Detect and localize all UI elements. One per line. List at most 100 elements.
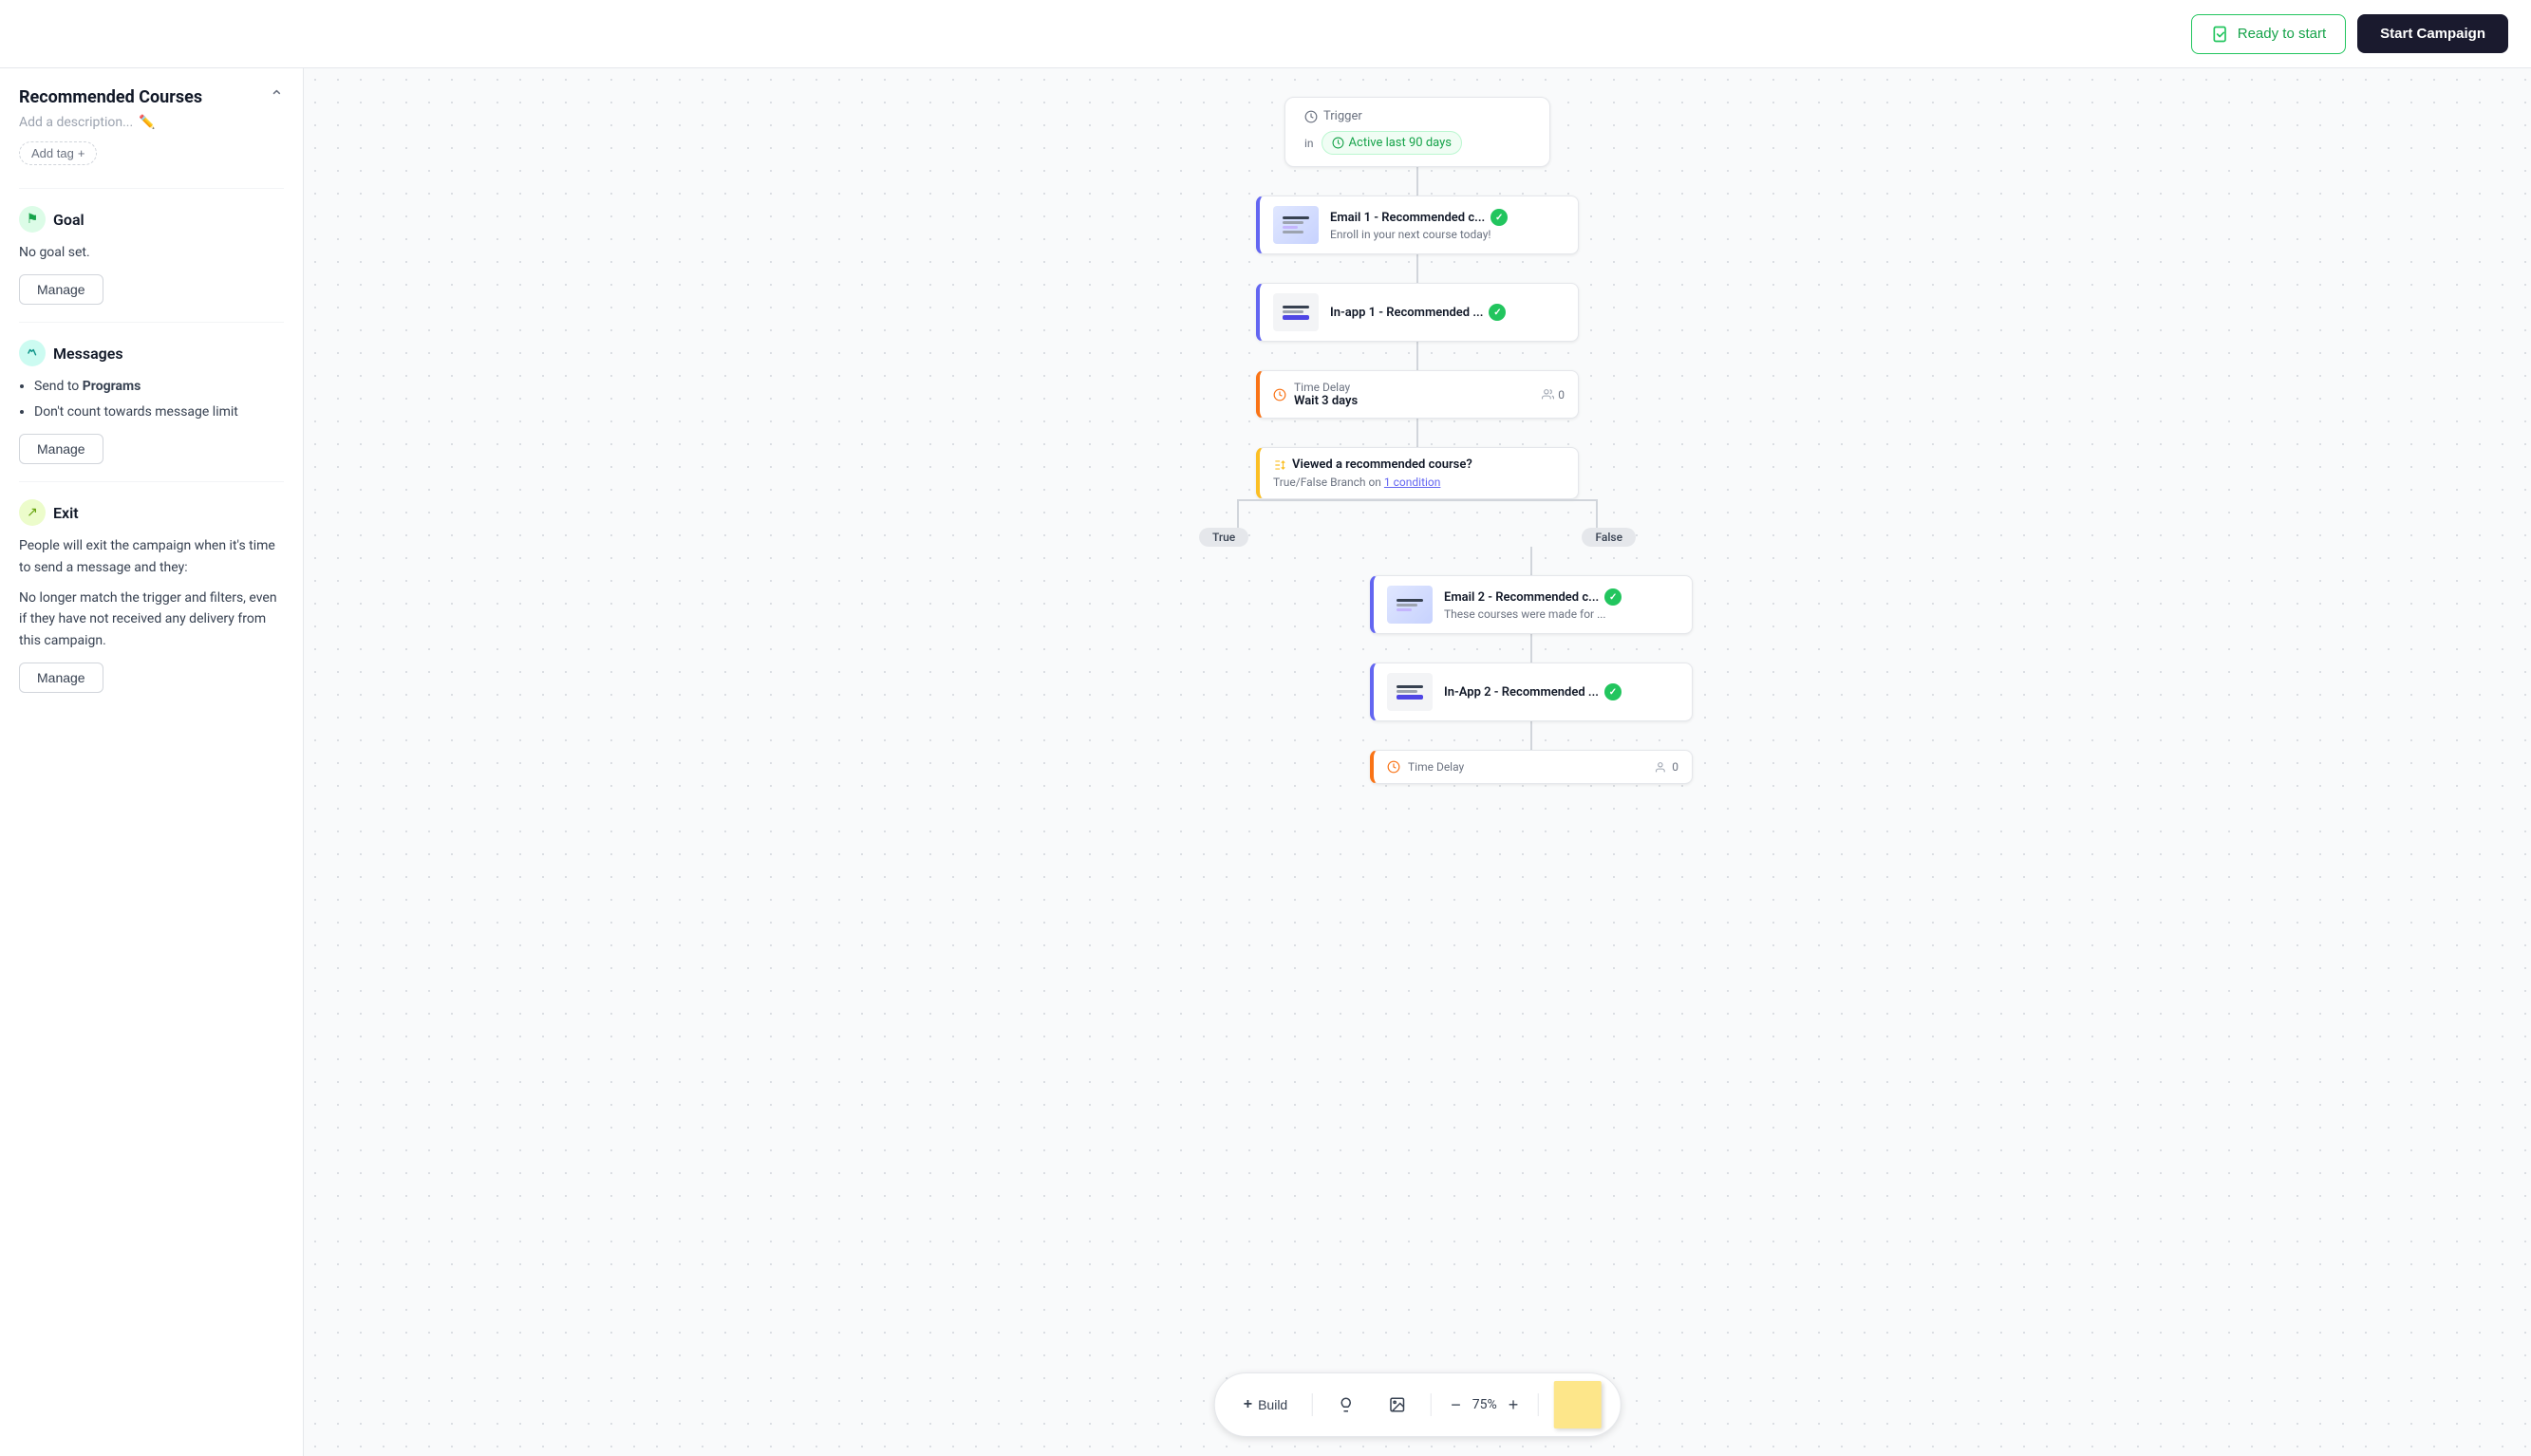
email2-title-text: Email 2 - Recommended c... xyxy=(1444,590,1599,605)
collapse-button[interactable]: ⌃ xyxy=(270,87,284,107)
time-delay1-node[interactable]: Time Delay Wait 3 days 0 xyxy=(1256,370,1579,419)
connector-4 xyxy=(1416,419,1418,447)
messages-manage-button[interactable]: Manage xyxy=(19,434,103,464)
exit-icon: ↗ xyxy=(19,499,46,526)
exit-section-title: Exit xyxy=(53,504,79,522)
inapp1-content: In-app 1 - Recommended ... ✓ xyxy=(1330,304,1565,321)
messages-section: Messages Send to Programs Don't count to… xyxy=(19,322,284,464)
email1-node[interactable]: Email 1 - Recommended c... ✓ Enroll in y… xyxy=(1256,196,1579,254)
false-branch-nodes: Email 2 - Recommended c... ✓ These cours… xyxy=(1370,547,1693,784)
start-campaign-button[interactable]: Start Campaign xyxy=(2357,14,2508,53)
canvas-content: Trigger in Active last 90 days xyxy=(304,68,2531,1456)
email2-thumb xyxy=(1387,586,1433,624)
false-connector-2 xyxy=(1530,634,1532,663)
time-delay1-info: Time Delay Wait 3 days xyxy=(1273,381,1358,408)
trigger-badge: Active last 90 days xyxy=(1322,131,1462,155)
add-tag-button[interactable]: Add tag + xyxy=(19,141,97,165)
time-delay2-audience: 0 xyxy=(1656,760,1678,774)
image-icon xyxy=(1389,1396,1406,1413)
tl1 xyxy=(1283,216,1309,219)
messages-section-header: Messages xyxy=(19,340,284,366)
lightbulb-button[interactable] xyxy=(1328,1391,1364,1419)
branch-condition-link[interactable]: 1 condition xyxy=(1384,476,1440,489)
time-delay1-audience: 0 xyxy=(1542,388,1565,401)
time-delay2-node[interactable]: Time Delay 0 xyxy=(1370,750,1693,784)
il3 xyxy=(1283,315,1309,320)
e2l2 xyxy=(1397,604,1417,607)
trigger-text: Trigger xyxy=(1323,109,1362,123)
trigger-badge-text: Active last 90 days xyxy=(1349,136,1452,150)
inapp2-content: In-App 2 - Recommended ... ✓ xyxy=(1444,683,1678,700)
i2l2 xyxy=(1397,690,1417,693)
messages-section-title: Messages xyxy=(53,345,123,363)
time-delay2-label: Time Delay xyxy=(1408,760,1464,774)
email1-title: Email 1 - Recommended c... ✓ xyxy=(1330,209,1565,226)
email2-node[interactable]: Email 2 - Recommended c... ✓ These cours… xyxy=(1370,575,1693,634)
sidebar-title: Recommended Courses xyxy=(19,87,202,107)
email2-subtitle: These courses were made for ... xyxy=(1444,607,1678,621)
i2l3 xyxy=(1397,695,1423,700)
messages-section-body: Send to Programs Don't count towards mes… xyxy=(19,376,284,422)
true-branch-label: True xyxy=(1199,528,1248,547)
trigger-label: Trigger xyxy=(1304,109,1530,123)
messages-bullet2: Don't count towards message limit xyxy=(34,404,238,420)
goal-section: ⚑ Goal No goal set. Manage xyxy=(19,188,284,305)
zoom-out-button[interactable]: − xyxy=(1447,1391,1465,1419)
time-delay1-icon xyxy=(1273,388,1286,401)
inapp2-node[interactable]: In-App 2 - Recommended ... ✓ xyxy=(1370,663,1693,721)
branch-split-container: True False xyxy=(1180,499,1655,547)
false-branch-content: Email 2 - Recommended c... ✓ These cours… xyxy=(1133,547,1702,784)
trigger-icon xyxy=(1304,110,1318,123)
inapp1-node[interactable]: In-app 1 - Recommended ... ✓ xyxy=(1256,283,1579,342)
exit-section: ↗ Exit People will exit the campaign whe… xyxy=(19,481,284,693)
inapp2-thumb-lines xyxy=(1393,681,1427,703)
connector-2 xyxy=(1416,254,1418,283)
tl2 xyxy=(1283,221,1303,224)
toolbar-divider-1 xyxy=(1312,1393,1313,1416)
edit-icon[interactable]: ✏️ xyxy=(139,115,155,130)
zoom-in-button[interactable]: + xyxy=(1505,1391,1523,1419)
email2-content: Email 2 - Recommended c... ✓ These cours… xyxy=(1444,588,1678,621)
build-label: Build xyxy=(1258,1397,1287,1412)
branch-node[interactable]: Viewed a recommended course? True/False … xyxy=(1256,447,1579,499)
header: Ready to start Start Campaign xyxy=(0,0,2531,68)
image-button[interactable] xyxy=(1379,1391,1415,1419)
clock-icon xyxy=(1332,137,1344,149)
inapp1-thumb xyxy=(1273,293,1319,331)
inapp1-title: In-app 1 - Recommended ... ✓ xyxy=(1330,304,1565,321)
goal-manage-button[interactable]: Manage xyxy=(19,274,103,305)
branch-subtitle: True/False Branch on 1 condition xyxy=(1273,476,1565,489)
time-delay1-content: Time Delay Wait 3 days xyxy=(1294,381,1358,408)
e2l1 xyxy=(1397,599,1423,602)
sticky-note xyxy=(1553,1381,1601,1428)
false-branch-label: False xyxy=(1582,528,1636,547)
sidebar-title-row: Recommended Courses ⌃ xyxy=(19,87,284,107)
time-delay1-label: Time Delay xyxy=(1294,381,1358,394)
time-delay1-value: Wait 3 days xyxy=(1294,394,1358,408)
tl3 xyxy=(1283,226,1298,229)
inapp2-title: In-App 2 - Recommended ... ✓ xyxy=(1444,683,1678,700)
branch-subtitle-prefix: True/False Branch on xyxy=(1273,476,1384,489)
build-plus-icon: + xyxy=(1244,1396,1252,1413)
audience2-icon xyxy=(1656,761,1668,774)
email1-title-text: Email 1 - Recommended c... xyxy=(1330,211,1485,225)
zoom-level: 75% xyxy=(1472,1397,1497,1412)
trigger-filter-row: in Active last 90 days xyxy=(1304,131,1530,155)
toolbar-zoom: − 75% + xyxy=(1447,1391,1522,1419)
trigger-node[interactable]: Trigger in Active last 90 days xyxy=(1284,97,1550,167)
goal-section-header: ⚑ Goal xyxy=(19,206,284,233)
exit-manage-button[interactable]: Manage xyxy=(19,663,103,693)
inapp2-title-text: In-App 2 - Recommended ... xyxy=(1444,685,1599,700)
false-connector-3 xyxy=(1530,721,1532,750)
build-button[interactable]: + Build xyxy=(1234,1391,1297,1419)
exit-description2: No longer match the trigger and filters,… xyxy=(19,588,284,651)
ready-to-start-button[interactable]: Ready to start xyxy=(2191,14,2346,54)
goal-icon: ⚑ xyxy=(19,206,46,233)
il2 xyxy=(1283,310,1303,313)
add-tag-label: Add tag xyxy=(31,146,74,160)
inapp1-title-text: In-app 1 - Recommended ... xyxy=(1330,306,1483,320)
ready-to-start-label: Ready to start xyxy=(2238,26,2326,42)
exit-section-header: ↗ Exit xyxy=(19,499,284,526)
flow-container: Trigger in Active last 90 days xyxy=(304,68,2531,1456)
email2-title: Email 2 - Recommended c... ✓ xyxy=(1444,588,1678,606)
